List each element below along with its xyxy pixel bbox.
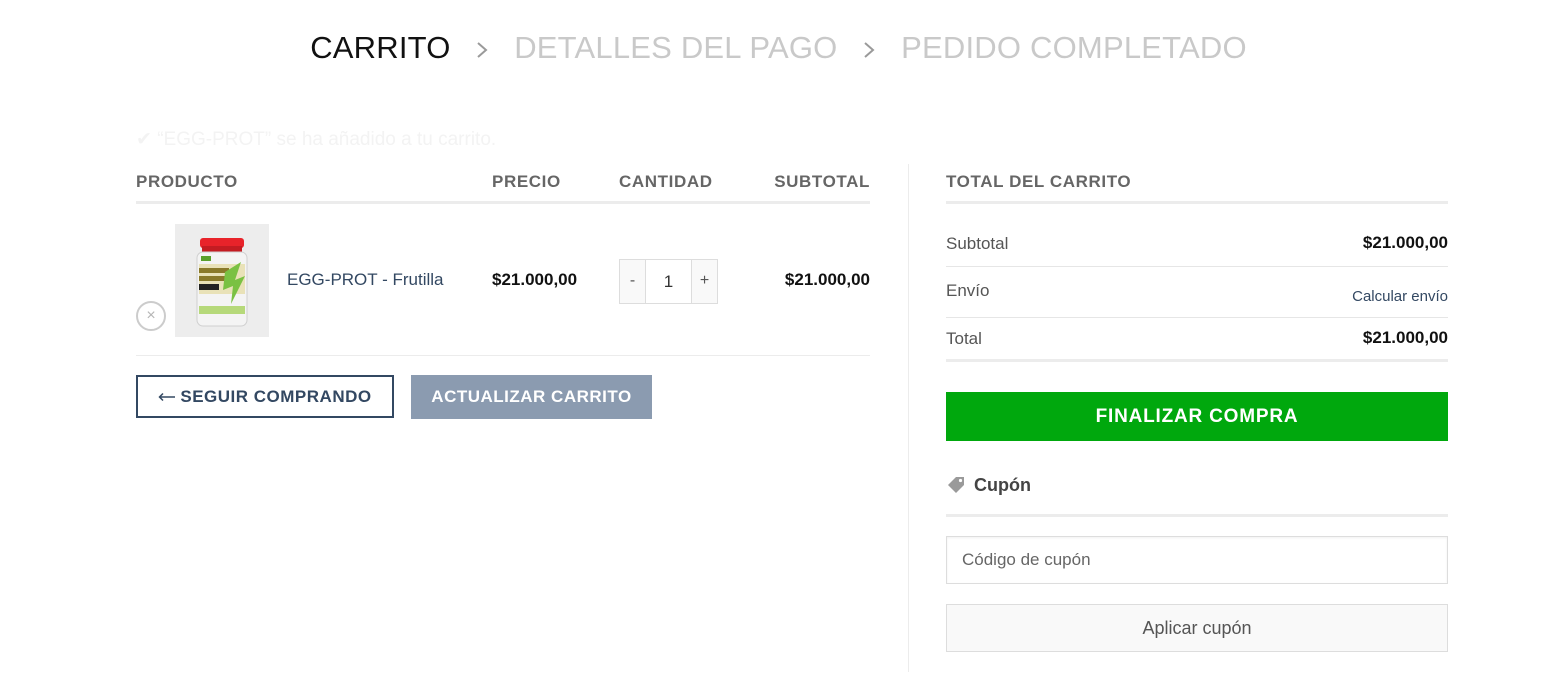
step-cart[interactable]: CARRITO [310, 30, 450, 66]
tag-icon [948, 477, 964, 493]
quantity-increment-button[interactable]: + [692, 260, 717, 303]
product-subtotal: $21.000,00 [784, 270, 870, 289]
cart-totals: TOTAL DEL CARRITO Subtotal $21.000,00 En… [946, 166, 1448, 652]
cart-totals-title: TOTAL DEL CARRITO [946, 166, 1448, 204]
header-price: PRECIO [492, 172, 561, 191]
cart-notice: ✔ “EGG-PROT” se ha añadido a tu carrito. [136, 129, 497, 150]
coupon-title: Cupón [974, 475, 1031, 495]
update-cart-button[interactable]: ACTUALIZAR CARRITO [411, 375, 652, 419]
table-row: × EGG-PROT - Frutilla $21.000,00 - + [136, 204, 870, 356]
checkout-button[interactable]: FINALIZAR COMPRA [946, 392, 1448, 441]
product-price: $21.000,00 [492, 270, 578, 289]
continue-shopping-button[interactable]: SEGUIR COMPRANDO [136, 375, 394, 418]
chevron-right-icon [459, 30, 505, 66]
calculate-shipping-link[interactable]: Calcular envío [1352, 288, 1448, 305]
step-payment-details[interactable]: DETALLES DEL PAGO [514, 30, 837, 66]
coupon-code-input[interactable] [946, 536, 1448, 584]
product-thumbnail[interactable] [175, 224, 269, 337]
shipping-label: Envío [946, 281, 990, 300]
total-row: Total $21.000,00 [946, 318, 1448, 362]
checkout-steps: CARRITO DETALLES DEL PAGO PEDIDO COMPLET… [0, 28, 1557, 66]
shipping-row: Envío Calcular envío [946, 267, 1448, 318]
cart-table: PRODUCTO PRECIO CANTIDAD SUBTOTAL × EGG-… [136, 166, 870, 419]
quantity-decrement-button[interactable]: - [620, 260, 645, 303]
subtotal-label: Subtotal [946, 234, 1009, 253]
subtotal-value: $21.000,00 [1362, 233, 1448, 252]
quantity-input[interactable] [645, 260, 692, 303]
apply-coupon-button[interactable]: Aplicar cupón [946, 604, 1448, 652]
subtotal-row: Subtotal $21.000,00 [946, 204, 1448, 267]
cart-table-header: PRODUCTO PRECIO CANTIDAD SUBTOTAL [136, 166, 870, 204]
chevron-right-icon [846, 30, 892, 66]
header-subtotal: SUBTOTAL [774, 172, 870, 191]
coupon-header: Cupón [946, 472, 1448, 517]
step-order-complete: PEDIDO COMPLETADO [901, 29, 1247, 65]
header-product: PRODUCTO [136, 172, 238, 191]
cart-actions: SEGUIR COMPRANDO ACTUALIZAR CARRITO [136, 375, 652, 419]
protein-jar-image [175, 224, 269, 337]
remove-item-button[interactable]: × [136, 301, 166, 331]
column-divider [908, 164, 909, 672]
quantity-stepper: - + [619, 259, 718, 304]
continue-shopping-label: SEGUIR COMPRANDO [180, 386, 372, 406]
total-value: $21.000,00 [1362, 328, 1448, 347]
header-quantity: CANTIDAD [619, 172, 713, 191]
total-label: Total [946, 329, 982, 348]
arrow-left-icon [158, 392, 176, 401]
product-name-link[interactable]: EGG-PROT - Frutilla [287, 270, 443, 290]
